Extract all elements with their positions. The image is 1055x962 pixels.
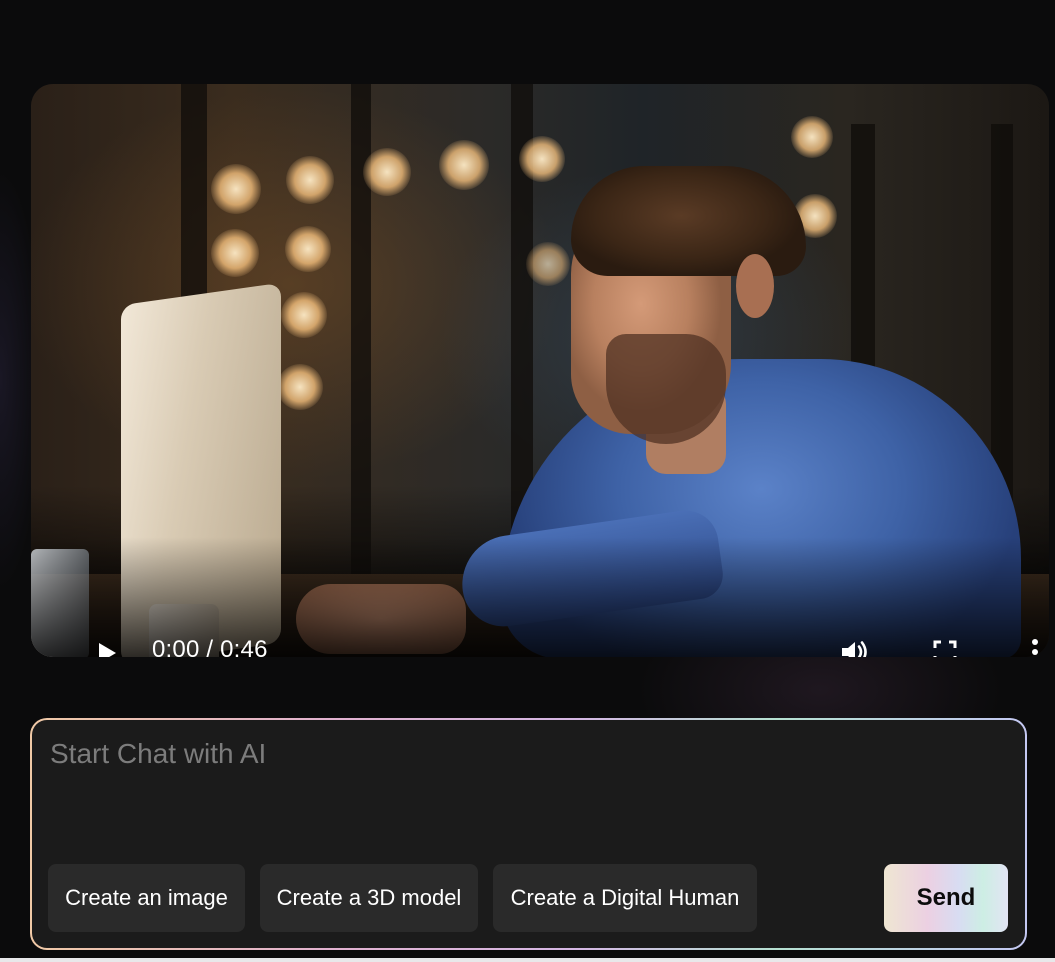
bokeh-light bbox=[286, 156, 334, 204]
send-label: Send bbox=[916, 884, 976, 911]
create-3d-model-button[interactable]: Create a 3D model bbox=[260, 864, 478, 932]
send-button[interactable]: Send bbox=[884, 864, 1008, 932]
bokeh-light bbox=[281, 292, 327, 338]
person-ear bbox=[736, 254, 774, 318]
bokeh-light bbox=[277, 364, 323, 410]
create-image-button[interactable]: Create an image bbox=[48, 864, 245, 932]
fullscreen-button[interactable] bbox=[930, 637, 960, 657]
bokeh-light bbox=[211, 164, 261, 214]
video-player[interactable]: 0:00 / 0:46 bbox=[31, 84, 1049, 657]
play-button[interactable] bbox=[93, 639, 121, 657]
bokeh-light bbox=[285, 226, 331, 272]
create-image-label: Create an image bbox=[65, 885, 228, 910]
volume-icon bbox=[842, 641, 867, 657]
more-options-button[interactable] bbox=[1023, 635, 1047, 657]
video-frame bbox=[31, 84, 1049, 657]
chat-input[interactable] bbox=[48, 736, 992, 850]
bokeh-light bbox=[439, 140, 489, 190]
bottom-edge bbox=[0, 958, 1055, 962]
bokeh-light bbox=[211, 229, 259, 277]
bokeh-light bbox=[519, 136, 565, 182]
bokeh-light bbox=[791, 116, 833, 158]
create-digital-human-button[interactable]: Create a Digital Human bbox=[493, 864, 757, 932]
fullscreen-icon bbox=[933, 640, 957, 657]
create-digital-human-label: Create a Digital Human bbox=[510, 885, 740, 910]
chat-panel: Create an image Create a 3D model Create… bbox=[30, 718, 1027, 950]
page: 0:00 / 0:46 Start Chat with AI Create an… bbox=[0, 0, 1055, 962]
time-display: 0:00 / 0:46 bbox=[152, 636, 268, 657]
more-vertical-icon bbox=[1032, 639, 1038, 655]
create-3d-model-label: Create a 3D model bbox=[276, 885, 462, 910]
chat-box: Create an image Create a 3D model Create… bbox=[32, 720, 1025, 948]
play-icon bbox=[99, 643, 116, 657]
person-hair bbox=[571, 166, 806, 276]
bokeh-light bbox=[363, 148, 411, 196]
bokeh-light bbox=[526, 242, 570, 286]
volume-button[interactable] bbox=[837, 635, 871, 657]
